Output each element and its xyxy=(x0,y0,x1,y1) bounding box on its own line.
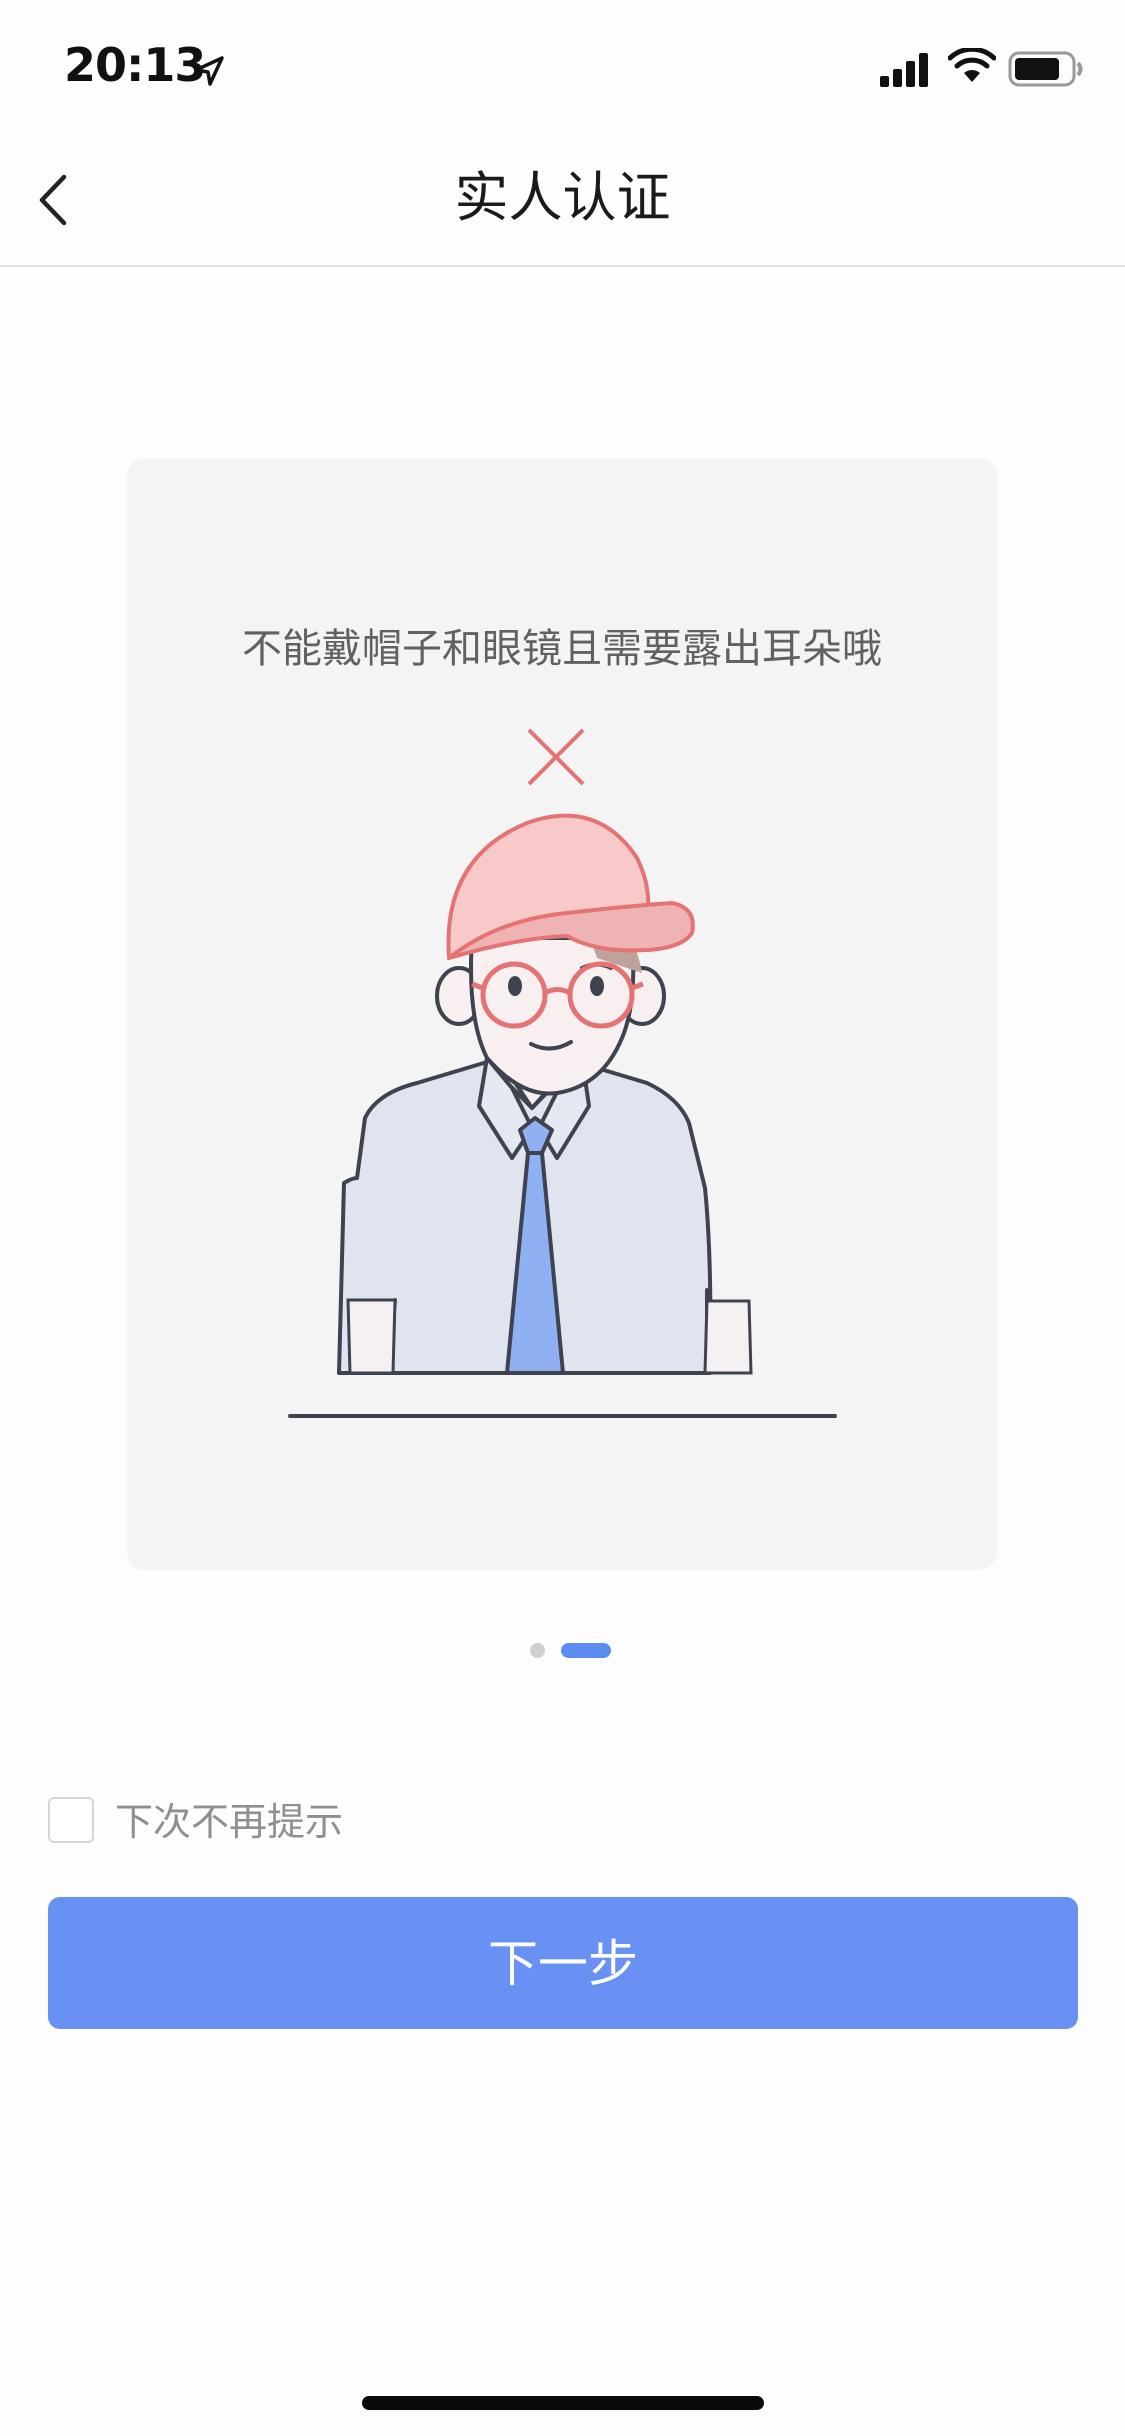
next-step-button[interactable]: 下一步 xyxy=(48,1897,1078,2029)
wifi-icon xyxy=(948,48,996,82)
page-dot-2-active[interactable] xyxy=(561,1643,611,1658)
battery-icon xyxy=(1008,51,1083,87)
page-title: 实人认证 xyxy=(454,166,671,229)
page-dot-1[interactable] xyxy=(530,1643,545,1658)
dont-show-again-checkbox[interactable] xyxy=(48,1797,94,1843)
dont-show-again-label[interactable]: 下次不再提示 xyxy=(115,1798,343,1846)
guide-card: 不能戴帽子和眼镜且需要露出耳朵哦 xyxy=(127,458,997,1570)
page-indicator xyxy=(528,1640,614,1660)
signal-icon xyxy=(880,53,928,87)
cross-icon xyxy=(527,728,585,786)
home-indicator[interactable] xyxy=(362,2396,764,2410)
person-illustration xyxy=(288,728,837,1418)
nav-bar: 实人认证 xyxy=(0,135,1125,267)
location-arrow-icon xyxy=(194,56,224,86)
cap xyxy=(446,813,695,960)
status-time: 20:13 xyxy=(64,38,206,92)
status-bar: 20:13 xyxy=(0,0,1125,135)
